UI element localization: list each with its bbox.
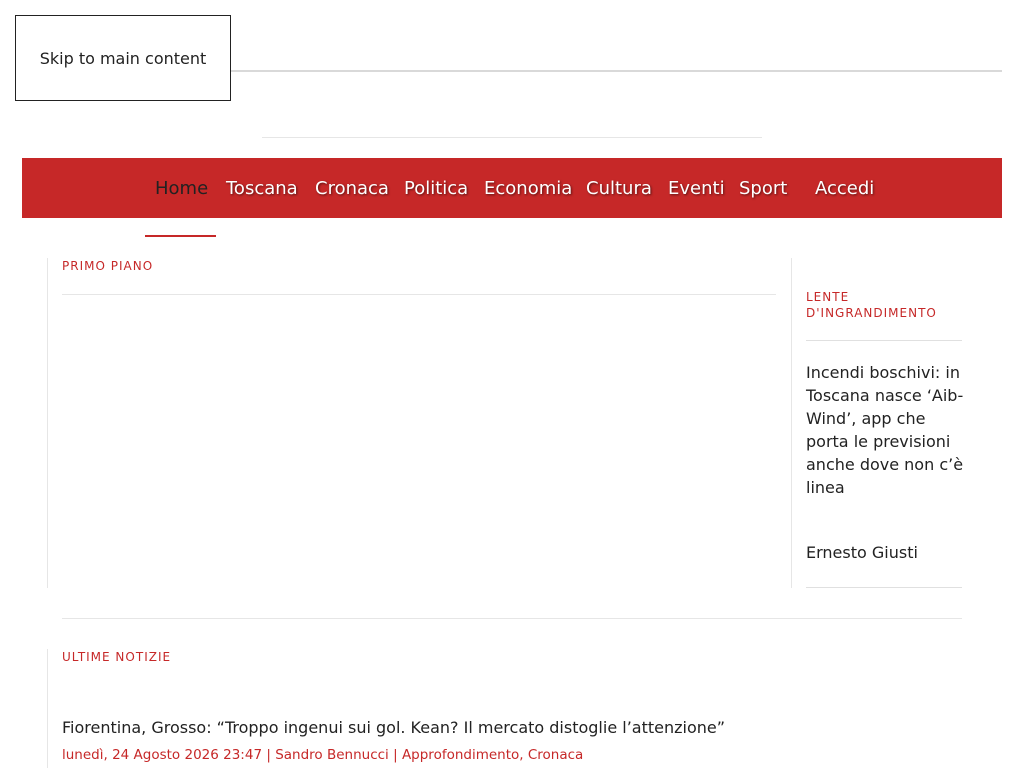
news-article-meta: lunedì, 24 Agosto 2026 23:47 | Sandro Be… — [62, 747, 583, 763]
news-article-date: lunedì, 24 Agosto 2026 23:47 — [62, 747, 263, 763]
nav-item-eventi[interactable]: Eventi — [668, 158, 725, 218]
ultime-notizie-heading: ULTIME NOTIZIE — [62, 650, 172, 664]
news-article-title-link[interactable]: Fiorentina, Grosso: “Troppo ingenui sui … — [62, 718, 725, 737]
main-navigation-bar: Home Toscana Cronaca Politica Economia C… — [22, 158, 1002, 218]
lente-article-title-link[interactable]: Incendi boschivi: in Toscana nasce ‘Aib-… — [806, 361, 966, 499]
news-article-author-link[interactable]: Sandro Bennucci — [275, 747, 389, 763]
news-article-categories-link[interactable]: Approfondimento, Cronaca — [402, 747, 583, 763]
login-link[interactable]: Accedi — [815, 158, 874, 218]
primo-piano-heading: PRIMO PIANO — [62, 259, 154, 273]
nav-item-toscana[interactable]: Toscana — [226, 158, 298, 218]
section-divider — [62, 618, 962, 619]
skip-to-main-content-link[interactable]: Skip to main content — [15, 15, 231, 101]
lente-divider-top — [806, 340, 962, 341]
nav-item-politica[interactable]: Politica — [404, 158, 468, 218]
lente-divider-bottom — [806, 587, 962, 588]
lente-ingrandimento-heading: LENTE D'INGRANDIMENTO — [806, 290, 937, 320]
meta-separator: | — [393, 747, 402, 763]
active-nav-indicator — [145, 235, 216, 237]
logo-area-divider — [262, 137, 762, 138]
nav-item-cronaca[interactable]: Cronaca — [315, 158, 389, 218]
primo-piano-divider — [62, 294, 776, 295]
nav-item-sport[interactable]: Sport — [739, 158, 787, 218]
primo-piano-section — [47, 258, 792, 588]
meta-separator: | — [266, 747, 276, 763]
nav-item-cultura[interactable]: Cultura — [586, 158, 652, 218]
nav-item-home[interactable]: Home — [155, 158, 208, 218]
lente-article-author-link[interactable]: Ernesto Giusti — [806, 543, 918, 562]
ultime-notizie-section-border — [47, 649, 48, 768]
nav-item-economia[interactable]: Economia — [484, 158, 572, 218]
